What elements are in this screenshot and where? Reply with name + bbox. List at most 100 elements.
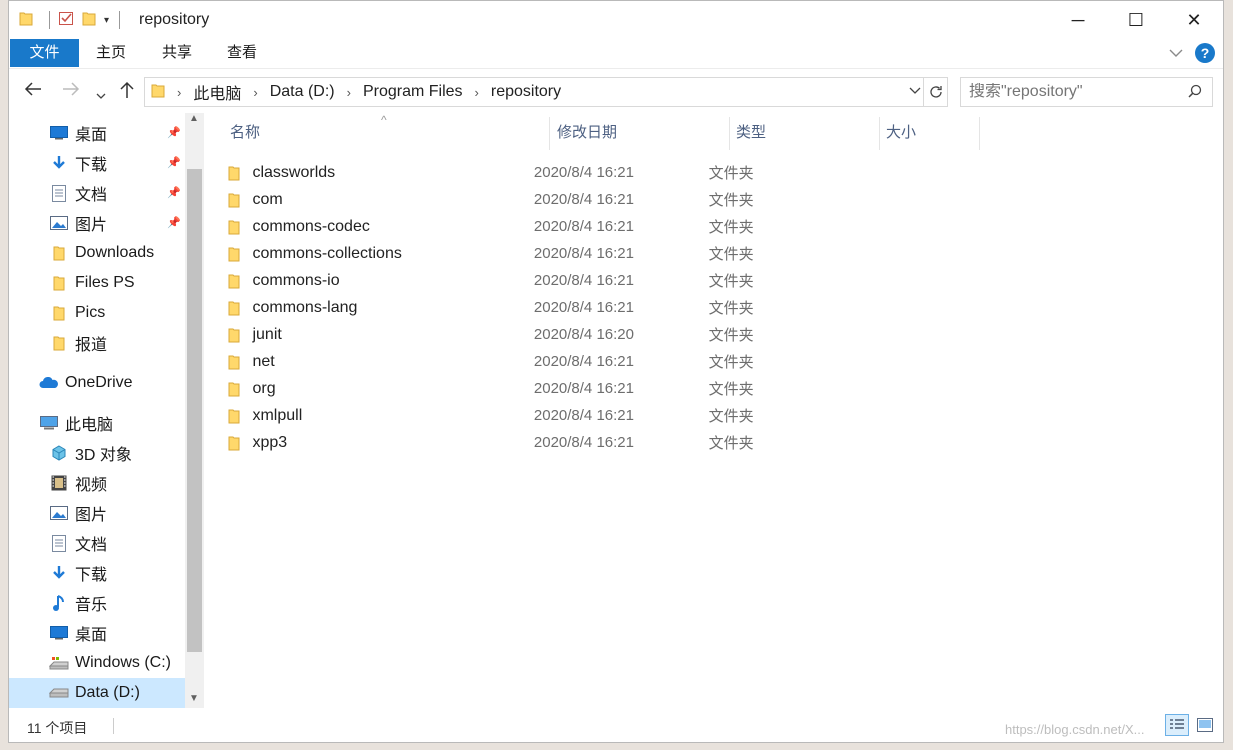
details-view-button[interactable] (1165, 714, 1189, 736)
tab-home[interactable]: 主页 (89, 39, 133, 67)
chevron-right-icon[interactable]: › (177, 85, 181, 100)
chevron-right-icon[interactable]: › (475, 85, 479, 100)
status-bar: 11 个项目 https://blog.csdn.net/X... (9, 708, 1223, 742)
computer-icon (39, 413, 59, 433)
nav-scrollbar[interactable]: ▲ ▼ (185, 113, 204, 708)
file-row[interactable]: net 2020/8/4 16:21 文件夹 (225, 348, 825, 375)
expand-ribbon-icon[interactable] (1169, 46, 1183, 61)
properties-icon[interactable] (58, 10, 74, 30)
nav-item-label: 下载 (75, 567, 108, 584)
scrollbar-thumb[interactable] (187, 169, 202, 652)
tab-file[interactable]: 文件 (10, 39, 79, 67)
folder-icon (225, 165, 242, 181)
file-row[interactable]: junit 2020/8/4 16:20 文件夹 (225, 321, 825, 348)
search-icon[interactable] (1188, 84, 1202, 102)
file-date: 2020/8/4 16:21 (533, 434, 634, 451)
nav-item-videos[interactable]: 视频 (9, 468, 185, 498)
nav-item-data-d[interactable]: Data (D:) (9, 678, 185, 708)
drive-icon (49, 683, 69, 703)
folder-icon (19, 10, 33, 30)
column-header-name[interactable]: 名称 (230, 121, 260, 151)
search-box[interactable] (960, 77, 1213, 107)
nav-item-quick-desktop[interactable]: 桌面 📌 (9, 118, 185, 148)
customize-toolbar-icon[interactable]: ▾ (104, 15, 109, 26)
nav-item-quick-pictures[interactable]: 图片 📌 (9, 208, 185, 238)
file-row[interactable]: com 2020/8/4 16:21 文件夹 (225, 186, 825, 213)
nav-item-downloads-folder[interactable]: Downloads (9, 238, 185, 268)
picture-icon (49, 503, 69, 523)
file-row[interactable]: commons-codec 2020/8/4 16:21 文件夹 (225, 213, 825, 240)
file-row[interactable]: xmlpull 2020/8/4 16:21 文件夹 (225, 402, 825, 429)
nav-item-quick-downloads[interactable]: 下载 📌 (9, 148, 185, 178)
nav-item-music[interactable]: 音乐 (9, 588, 185, 618)
chevron-right-icon[interactable]: › (347, 85, 351, 100)
file-date: 2020/8/4 16:20 (533, 326, 634, 343)
file-row[interactable]: xpp3 2020/8/4 16:21 文件夹 (225, 429, 825, 456)
column-header-date[interactable]: 修改日期 (557, 121, 617, 151)
file-name: commons-codec (252, 217, 370, 235)
nav-item-downloads[interactable]: 下载 (9, 558, 185, 588)
nav-item-this-pc[interactable]: 此电脑 (9, 408, 185, 438)
nav-item-windows-c[interactable]: Windows (C:) (9, 648, 185, 678)
file-name: xpp3 (252, 433, 288, 451)
nav-item-onedrive[interactable]: OneDrive (9, 368, 185, 398)
file-row[interactable]: commons-collections 2020/8/4 16:21 文件夹 (225, 240, 825, 267)
folder-icon (225, 327, 242, 343)
close-button[interactable]: ✕ (1165, 1, 1223, 39)
forward-icon[interactable] (62, 81, 80, 102)
refresh-icon[interactable] (923, 78, 947, 106)
nav-item-desktop[interactable]: 桌面 (9, 618, 185, 648)
nav-item-label: Downloads (75, 244, 155, 261)
scroll-down-icon[interactable]: ▼ (189, 693, 199, 704)
breadcrumb-this-pc[interactable]: 此电脑 (193, 80, 241, 104)
nav-item-quick-documents[interactable]: 文档 📌 (9, 178, 185, 208)
watermark-text: https://blog.csdn.net/X... (1005, 722, 1145, 737)
column-separator[interactable] (729, 117, 730, 150)
folder-icon (225, 246, 242, 262)
minimize-button[interactable]: ─ (1049, 1, 1107, 39)
maximize-button[interactable]: ☐ (1107, 1, 1165, 39)
recent-locations-icon[interactable] (96, 84, 106, 105)
large-icons-view-button[interactable] (1193, 714, 1217, 736)
file-name: com (252, 190, 283, 208)
column-header-type[interactable]: 类型 (736, 121, 766, 151)
chevron-right-icon[interactable]: › (253, 85, 257, 100)
help-icon[interactable]: ? (1195, 43, 1215, 63)
column-separator[interactable] (549, 117, 550, 150)
nav-item-files-ps[interactable]: Files PS (9, 268, 185, 298)
nav-item-documents[interactable]: 文档 (9, 528, 185, 558)
video-icon (49, 473, 69, 493)
pin-icon: 📌 (167, 187, 181, 199)
drive-icon (49, 653, 69, 673)
nav-item-baodao[interactable]: 报道 (9, 328, 185, 358)
breadcrumb-repository[interactable]: repository (491, 83, 561, 101)
tab-share[interactable]: 共享 (155, 39, 199, 67)
file-type: 文件夹 (708, 408, 754, 425)
breadcrumb-data-d[interactable]: Data (D:) (270, 83, 335, 101)
nav-item-pictures[interactable]: 图片 (9, 498, 185, 528)
new-folder-icon[interactable] (82, 10, 96, 30)
nav-item-label: 桌面 (75, 127, 108, 144)
file-type: 文件夹 (708, 435, 754, 452)
file-row[interactable]: commons-lang 2020/8/4 16:21 文件夹 (225, 294, 825, 321)
cloud-icon (39, 373, 59, 393)
nav-item-pics[interactable]: Pics (9, 298, 185, 328)
tab-view[interactable]: 查看 (220, 39, 264, 67)
breadcrumb-program-files[interactable]: Program Files (363, 83, 463, 101)
column-header-size[interactable]: 大小 (886, 121, 916, 151)
up-icon[interactable] (119, 81, 135, 104)
column-separator[interactable] (979, 117, 980, 150)
file-row[interactable]: org 2020/8/4 16:21 文件夹 (225, 375, 825, 402)
scroll-up-icon[interactable]: ▲ (189, 113, 199, 124)
nav-item-label: OneDrive (65, 374, 133, 391)
back-icon[interactable] (24, 81, 42, 102)
search-input[interactable] (961, 83, 1181, 101)
desktop-icon (49, 623, 69, 643)
address-dropdown-icon[interactable] (909, 84, 921, 98)
nav-item-3d-objects[interactable]: 3D 对象 (9, 438, 185, 468)
column-separator[interactable] (879, 117, 880, 150)
address-bar[interactable]: › 此电脑 › Data (D:) › Program Files › repo… (144, 77, 948, 107)
folder-icon (225, 381, 242, 397)
file-row[interactable]: commons-io 2020/8/4 16:21 文件夹 (225, 267, 825, 294)
file-row[interactable]: classworlds 2020/8/4 16:21 文件夹 (225, 159, 825, 186)
